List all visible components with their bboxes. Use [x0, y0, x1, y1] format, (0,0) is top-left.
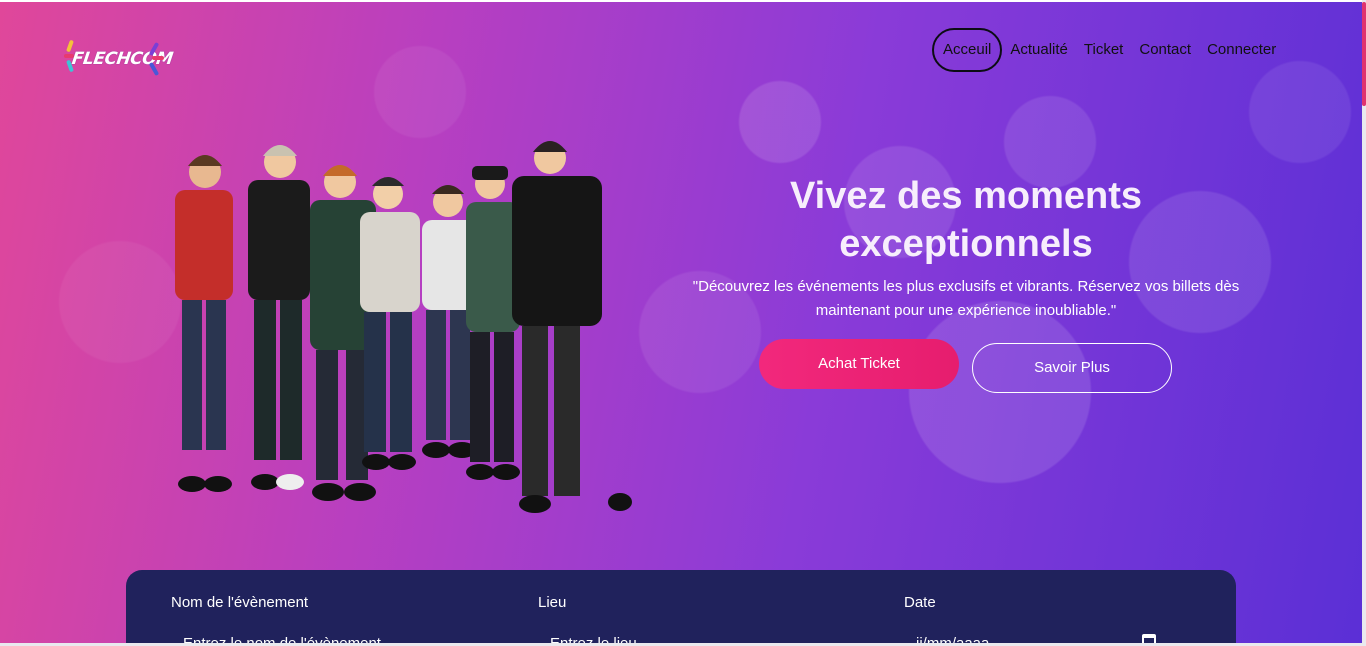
learn-more-button[interactable]: Savoir Plus: [972, 343, 1172, 393]
main-nav: Acceuil Actualité Ticket Contact Connect…: [932, 28, 1284, 72]
date-input[interactable]: [904, 628, 1204, 643]
nav-item-connecter[interactable]: Connecter: [1199, 28, 1284, 72]
nav-item-actualite[interactable]: Actualité: [1002, 28, 1076, 72]
event-name-label: Nom de l'évènement: [171, 594, 309, 611]
buy-ticket-button[interactable]: Achat Ticket: [759, 339, 959, 389]
performer-4: [360, 177, 420, 470]
date-label: Date: [904, 594, 936, 611]
brand-logo[interactable]: FLECHCOM: [64, 38, 174, 80]
hero-section: FLECHCOM Acceuil Actualité Ticket Contac…: [0, 2, 1362, 643]
performer-1: [175, 155, 233, 492]
nav-item-acceuil[interactable]: Acceuil: [932, 28, 1003, 72]
performer-6: [466, 166, 520, 480]
hero-title: Vivez des moments exceptionnels: [789, 175, 1142, 265]
hero-subtitle: "Découvrez les événements les plus exclu…: [692, 278, 1240, 319]
performer-2: [248, 145, 310, 490]
event-name-input[interactable]: [171, 628, 471, 643]
performer-7: [512, 141, 632, 513]
place-label: Lieu: [538, 594, 567, 611]
nav-item-contact[interactable]: Contact: [1131, 28, 1199, 72]
nav-item-ticket[interactable]: Ticket: [1076, 28, 1131, 72]
band-group-photo: [175, 141, 632, 513]
event-search-panel: Nom de l'évènement Lieu Date: [126, 570, 1236, 643]
place-input[interactable]: [538, 628, 838, 643]
scrollbar-thumb[interactable]: [1362, 2, 1366, 106]
logo-arrow-right-icon: [149, 42, 164, 76]
calendar-icon[interactable]: [1142, 634, 1156, 643]
